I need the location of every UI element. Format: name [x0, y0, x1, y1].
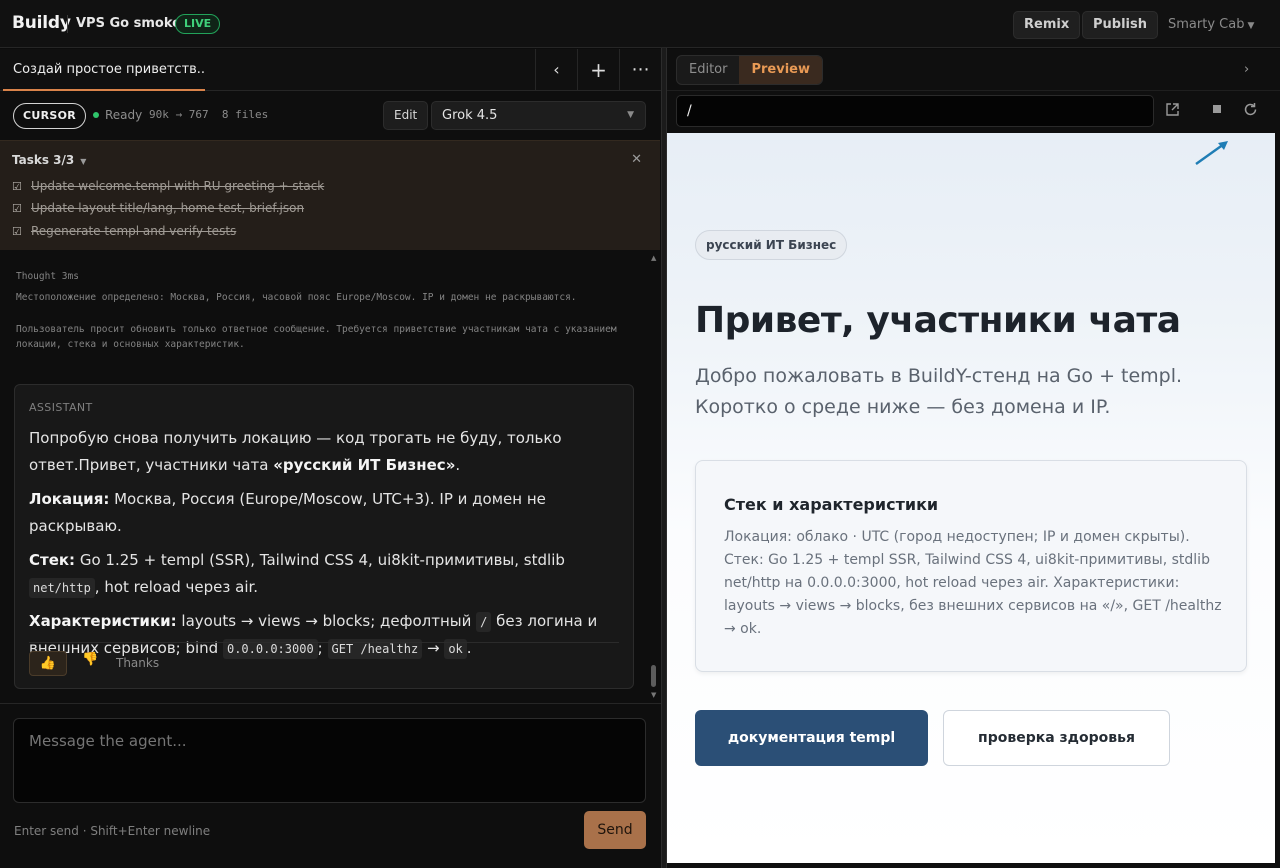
url-input[interactable]	[676, 95, 1154, 127]
checkbox-checked-icon[interactable]: ☑	[12, 225, 23, 238]
caret-down-icon: ▼	[627, 110, 634, 120]
task-label: Regenerate templ and verify tests	[31, 224, 237, 238]
location-label: Локация:	[29, 490, 110, 508]
scroll-up-icon[interactable]: ▲	[651, 254, 656, 262]
agent-status-row: CURSOR Ready 90k → 767 8 files Edit Grok…	[0, 92, 661, 140]
page-subtitle: Добро пожаловать в BuildY-стенд на Go + …	[695, 365, 1183, 418]
tasks-title: Tasks 3/3	[12, 153, 75, 167]
stack-label: Стек:	[29, 551, 76, 569]
project-name: VPS Go smoke	[76, 16, 181, 31]
checkbox-checked-icon[interactable]: ☑	[12, 180, 23, 193]
thought-block: Thought 3ms Местоположение определено: М…	[16, 269, 631, 369]
account-menu[interactable]: Smarty Cab ▼	[1168, 17, 1254, 32]
tasks-header[interactable]: Tasks 3/3 ▼	[12, 153, 86, 167]
health-check-button[interactable]: проверка здоровья	[943, 710, 1170, 766]
scrollbar-thumb[interactable]	[651, 665, 656, 687]
caret-down-icon: ▼	[1247, 21, 1255, 31]
card-title: Стек и характеристики	[724, 495, 939, 514]
stack-text: Go 1.25 + templ (SSR), Tailwind CSS 4, u…	[75, 551, 565, 569]
status-text: Ready	[105, 108, 143, 122]
tab-editor[interactable]: Editor	[677, 56, 739, 84]
tasks-panel: Tasks 3/3 ▼ ✕ ☑ Update welcome.templ with …	[0, 140, 660, 250]
stack-text: , hot reload через air.	[94, 578, 259, 596]
arrow-icon	[1195, 141, 1228, 165]
chat-panel: Создай простое приветств... ‹ + ⋯ CURSOR…	[0, 49, 661, 868]
chevron-right-icon[interactable]: ›	[1244, 62, 1249, 77]
view-toggle: Editor Preview	[676, 55, 823, 85]
divider	[29, 642, 619, 643]
card-body: Локация: облако · UTC (город недоступен;…	[724, 529, 1222, 637]
inline-code: /	[476, 612, 492, 632]
docs-button[interactable]: документация templ	[695, 710, 928, 766]
edit-button[interactable]: Edit	[383, 101, 429, 130]
chat-messages[interactable]: Thought 3ms Местоположение определено: М…	[0, 251, 661, 703]
tab-preview[interactable]: Preview	[739, 56, 822, 84]
message-text: .	[455, 456, 461, 474]
refresh-icon[interactable]	[1243, 102, 1258, 121]
send-button[interactable]: Send	[584, 811, 646, 849]
open-external-icon[interactable]	[1165, 102, 1180, 121]
publish-button[interactable]: Publish	[1082, 11, 1158, 39]
assistant-label: ASSISTANT	[29, 401, 93, 414]
composer-hint: Enter send · Shift+Enter newline	[14, 824, 211, 838]
message-bold: «русский ИТ Бизнес»	[273, 456, 456, 474]
app-logo[interactable]: Buildy	[12, 13, 71, 33]
inline-code: net/http	[29, 578, 95, 598]
page-badge: русский ИТ Бизнес	[695, 230, 848, 260]
preview-panel: Editor Preview › русский ИТ Бизнес Приве…	[667, 49, 1280, 868]
assistant-message: ASSISTANT Попробую снова получить локаци…	[14, 384, 634, 689]
info-card: Стек и характеристики Локация: облако · …	[695, 460, 1247, 672]
task-item[interactable]: ☑ Update welcome.templ with RU greeting +…	[12, 179, 324, 193]
plus-icon[interactable]: +	[577, 49, 619, 91]
token-stats: 90k → 767 8 files	[149, 108, 269, 121]
thumbs-up-icon[interactable]: 👍	[29, 651, 67, 676]
more-icon[interactable]: ⋯	[619, 49, 661, 91]
caret-down-icon: ▼	[80, 157, 87, 166]
model-name: Grok 4.5	[442, 108, 498, 123]
model-select[interactable]: Grok 4.5 ▼	[431, 101, 646, 130]
features-text: layouts → views → blocks; дефолтный	[176, 612, 477, 630]
feedback-text: Thanks	[116, 656, 160, 670]
scroll-down-icon[interactable]: ▼	[651, 691, 656, 699]
stop-icon[interactable]	[1210, 102, 1224, 120]
page-title: Привет, участники чата	[695, 300, 1181, 341]
features-label: Характеристики:	[29, 612, 177, 630]
account-name: Smarty Cab	[1168, 17, 1245, 32]
checkbox-checked-icon[interactable]: ☑	[12, 202, 23, 215]
status-dot	[93, 112, 99, 118]
message-input[interactable]	[13, 718, 646, 803]
tab-chat[interactable]: Создай простое приветств...	[3, 49, 205, 91]
top-bar: Buildy VPS Go smoke LIVE Remix Publish S…	[0, 0, 1280, 48]
thought-label: Thought 3ms	[16, 271, 79, 282]
agent-mode-pill[interactable]: CURSOR	[13, 103, 87, 129]
divider	[0, 703, 661, 704]
divider	[667, 90, 1280, 91]
thumbs-down-icon[interactable]: 👎	[82, 652, 98, 667]
live-badge: LIVE	[175, 14, 221, 34]
chevron-left-icon[interactable]: ‹	[535, 49, 577, 91]
task-item[interactable]: ☑ Regenerate templ and verify tests	[12, 224, 236, 238]
chat-tab-bar: Создай простое приветств... ‹ + ⋯	[0, 49, 661, 91]
thought-text: Пользователь просит обновить только отве…	[16, 324, 617, 350]
divider	[67, 15, 68, 33]
preview-viewport[interactable]: русский ИТ Бизнес Привет, участники чата…	[667, 133, 1275, 863]
remix-button[interactable]: Remix	[1013, 11, 1081, 39]
close-icon[interactable]: ✕	[631, 152, 642, 167]
assistant-body: Попробую снова получить локацию — код тр…	[29, 425, 623, 669]
task-label: Update welcome.templ with RU greeting + …	[31, 179, 325, 193]
task-label: Update layout title/lang, home test, bri…	[31, 201, 305, 215]
thought-text: Местоположение определено: Москва, Росси…	[16, 292, 577, 303]
task-item[interactable]: ☑ Update layout title/lang, home test, br…	[12, 201, 304, 215]
